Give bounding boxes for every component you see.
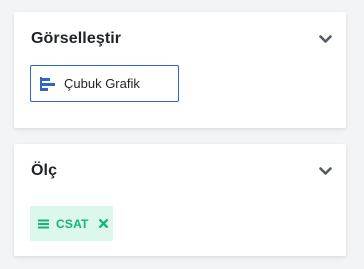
chevron-down-icon[interactable] [318,164,332,178]
chevron-down-icon[interactable] [318,32,332,46]
visualize-panel: Görselleştir Çubuk Grafik [14,12,346,128]
measure-panel-header[interactable]: Ölç [31,144,332,198]
bar-chart-option[interactable]: Çubuk Grafik [30,65,179,102]
measure-tag-label: CSAT [56,216,89,231]
close-icon[interactable] [99,219,109,229]
measure-tag[interactable]: CSAT [30,206,113,241]
measure-panel-title: Ölç [31,162,58,179]
visualize-panel-title: Görselleştir [31,30,122,47]
measure-panel: Ölç CSAT [14,144,346,256]
drag-handle-icon[interactable] [38,219,49,229]
visualize-panel-header[interactable]: Görselleştir [31,12,332,66]
bar-chart-option-label: Çubuk Grafik [64,76,140,91]
bar-chart-icon [40,76,56,92]
